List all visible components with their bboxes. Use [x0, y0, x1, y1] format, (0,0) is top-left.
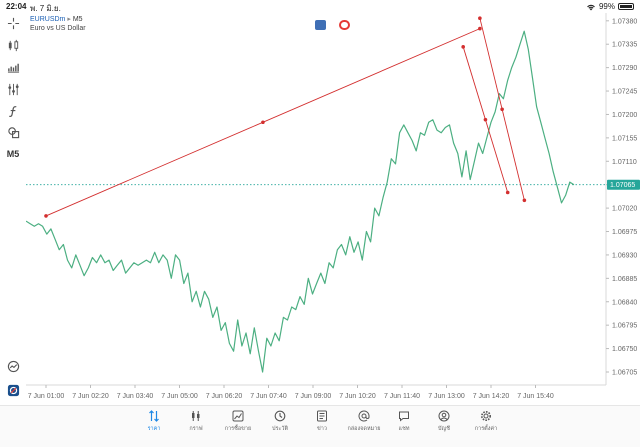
trade-icon [232, 410, 244, 422]
y-tick-label: 1.06930 [612, 252, 637, 259]
x-tick-label: 7 Jun 02:20 [72, 393, 109, 400]
y-tick-label: 1.06705 [612, 369, 637, 376]
at-icon [358, 410, 370, 422]
trendline-midpoint [500, 107, 504, 112]
nav-label: บัญชี [438, 426, 450, 432]
crosshair-icon[interactable] [5, 15, 21, 31]
nav-label: กราฟ [189, 426, 203, 432]
nav-label: แชท [398, 426, 410, 432]
y-tick-label: 1.07380 [612, 18, 637, 25]
indicators-icon[interactable] [5, 81, 21, 97]
x-tick-label: 7 Jun 10:20 [339, 393, 376, 400]
x-tick-label: 7 Jun 09:00 [295, 393, 332, 400]
y-tick-label: 1.07020 [612, 206, 637, 213]
x-tick-label: 7 Jun 13:00 [428, 393, 465, 400]
app-logo-icon[interactable] [5, 382, 21, 398]
y-tick-label: 1.07155 [612, 135, 637, 142]
timeframe-label[interactable]: M5 [5, 146, 21, 162]
status-indicators: 99% [586, 2, 634, 11]
nav-settings[interactable]: การตั้งค่า [464, 410, 508, 444]
nav-label: ประวัติ [271, 426, 289, 432]
status-bar: 22:04 พ. 7 มิ.ย. 99% [0, 0, 640, 13]
signal-icon[interactable] [339, 20, 350, 30]
chart-area[interactable]: 1.07380 1.07335 1.07290 1.07245 1.07200 1.071… [26, 13, 640, 405]
price-chart[interactable]: 1.07380 1.07335 1.07290 1.07245 1.07200 1.071… [26, 13, 640, 405]
chat-icon [399, 411, 409, 422]
status-time: 22:04 [6, 2, 27, 11]
nav-label: กล่องจดหมาย [347, 426, 381, 432]
news-icon [317, 410, 327, 422]
gear-icon [481, 411, 491, 421]
trendline-midpoint [261, 120, 265, 125]
y-tick-label: 1.07200 [612, 112, 637, 119]
x-tick-label: 7 Jun 03:40 [117, 393, 154, 400]
trade-history-icon[interactable] [5, 358, 21, 374]
y-tick-label: 1.06885 [612, 276, 637, 283]
y-tick-label: 1.07245 [612, 89, 637, 96]
left-toolbar: M5 [0, 13, 26, 405]
x-tick-label: 7 Jun 01:00 [28, 393, 65, 400]
candles-icon [192, 411, 200, 421]
wifi-icon [587, 4, 595, 10]
nav-label: ราคา [147, 426, 161, 432]
nav-mailbox[interactable]: กล่องจดหมาย [342, 410, 386, 444]
y-tick-label: 1.07335 [612, 42, 637, 49]
y-tick-label: 1.06840 [612, 299, 637, 306]
trendline-anchor [461, 45, 465, 49]
battery-icon [618, 3, 634, 10]
function-icon[interactable] [5, 103, 21, 119]
history-icon [274, 410, 286, 422]
nav-trade[interactable]: การซื้อขาย [216, 410, 260, 444]
nav-history[interactable]: ประวัติ [258, 410, 302, 444]
one-click-trade-icon[interactable] [315, 20, 326, 30]
x-tick-label: 7 Jun 06:20 [206, 393, 243, 400]
chart-type-icon[interactable] [5, 59, 21, 75]
nav-quotes[interactable]: ราคา [132, 410, 176, 444]
nav-chat[interactable]: แชท [382, 410, 426, 444]
y-tick-label: 1.07290 [612, 65, 637, 72]
nav-chart[interactable]: กราฟ [174, 410, 218, 444]
trendline-anchor [44, 214, 48, 218]
nav-label: การตั้งค่า [474, 426, 498, 432]
x-tick-label: 7 Jun 14:20 [473, 393, 510, 400]
x-tick-label: 7 Jun 05:00 [161, 393, 198, 400]
battery-percent: 99% [598, 2, 615, 11]
nav-account[interactable]: บัญชี [422, 410, 466, 444]
trendline-anchor [522, 198, 527, 203]
symbol-info: EURUSDm ▸ M5 Euro vs US Dollar [30, 15, 86, 33]
user-icon [438, 410, 450, 422]
y-tick-label: 1.07110 [612, 159, 637, 166]
y-tick-label: 1.06795 [612, 323, 637, 330]
symbol-timeframe[interactable]: M5 [73, 16, 83, 23]
symbol-separator-icon: ▸ [67, 16, 71, 23]
symbol-name[interactable]: EURUSDm [30, 16, 65, 23]
nav-news[interactable]: ข่าว [300, 410, 344, 444]
price-series-line [26, 30, 575, 373]
trendline-anchor [478, 26, 482, 31]
y-tick-label: 1.06975 [612, 229, 637, 236]
x-tick-label: 7 Jun 11:40 [384, 393, 420, 400]
candlestick-icon[interactable] [5, 37, 21, 53]
objects-icon[interactable] [5, 124, 21, 140]
bottom-nav: ราคา กราฟ การซื้อขาย ประวัติ ข่าว กล่องจ… [0, 405, 640, 447]
quotes-icon [149, 410, 159, 422]
y-tick-label: 1.06750 [612, 346, 637, 353]
trendline-midpoint [483, 117, 488, 122]
symbol-description: Euro vs US Dollar [30, 25, 86, 32]
trendline-anchor [505, 190, 510, 195]
trendline-anchor [478, 16, 482, 21]
nav-label: ข่าว [317, 426, 327, 432]
x-tick-label: 7 Jun 15:40 [517, 393, 554, 400]
nav-label: การซื้อขาย [224, 426, 252, 432]
current-price-label: 1.07065 [610, 182, 635, 189]
x-tick-label: 7 Jun 07:40 [250, 393, 287, 400]
